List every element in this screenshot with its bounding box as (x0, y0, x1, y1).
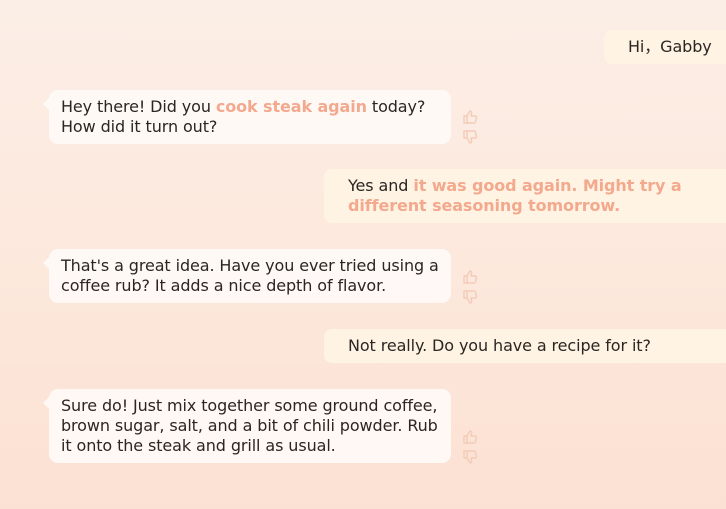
message-feedback (461, 268, 479, 308)
message-feedback (461, 108, 479, 148)
user-message-text: Hi，Gabby (628, 37, 712, 56)
user-message: Hi，Gabby (604, 30, 726, 64)
highlighted-phrase: cook steak again (215, 97, 367, 116)
thumbs-down-icon[interactable] (461, 128, 479, 146)
assistant-message: That's a great idea. Have you ever tried… (43, 249, 451, 303)
thumbs-up-icon[interactable] (461, 428, 479, 446)
thumbs-up-icon[interactable] (461, 108, 479, 126)
chat-thread: Hi，Gabby Hey there! Did you cook steak a… (0, 0, 726, 509)
thumbs-up-icon[interactable] (461, 268, 479, 286)
thumbs-down-icon[interactable] (461, 288, 479, 306)
user-message: Not really. Do you have a recipe for it? (324, 329, 726, 363)
user-message-text: Yes and (348, 176, 414, 195)
assistant-message-text: That's a great idea. Have you ever tried… (61, 256, 439, 295)
user-message-text: Not really. Do you have a recipe for it? (348, 336, 651, 355)
assistant-message: Hey there! Did you cook steak again toda… (43, 90, 451, 144)
user-message: Yes and it was good again. Might try a d… (324, 169, 726, 223)
assistant-message-text: Hey there! Did you (61, 97, 216, 116)
message-feedback (461, 428, 479, 468)
assistant-message-text: Sure do! Just mix together some ground c… (61, 396, 438, 455)
assistant-message: Sure do! Just mix together some ground c… (43, 389, 451, 463)
thumbs-down-icon[interactable] (461, 448, 479, 466)
